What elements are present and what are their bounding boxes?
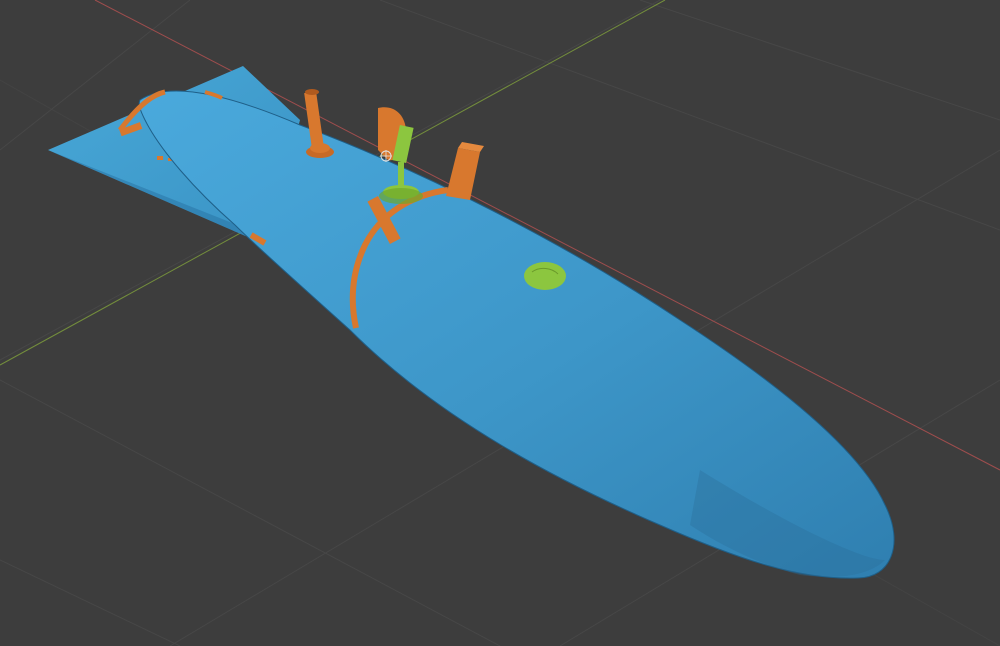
hatch-disc[interactable] xyxy=(524,262,566,290)
fin-marker xyxy=(157,156,163,160)
3d-viewport[interactable] xyxy=(0,0,1000,646)
fuselage-body[interactable] xyxy=(138,90,895,579)
tab-plate[interactable] xyxy=(446,142,484,200)
viewport-canvas[interactable] xyxy=(0,0,1000,646)
